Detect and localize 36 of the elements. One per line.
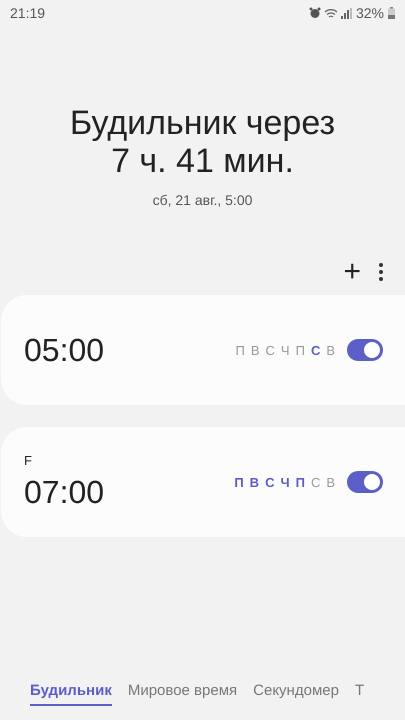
more-options-icon[interactable]	[379, 263, 383, 281]
weekday-letter: С	[266, 342, 275, 358]
add-alarm-button[interactable]: +	[343, 257, 361, 287]
alarm-toggle[interactable]	[347, 339, 383, 361]
weekday-letter: П	[296, 474, 305, 490]
weekday-letter: В	[250, 474, 260, 490]
tab[interactable]: Секундомер	[253, 682, 339, 706]
weekday-letter: В	[326, 342, 335, 358]
alarm-card[interactable]: F 07:00 П В С Ч П С В	[1, 427, 405, 537]
tab[interactable]: Будильник	[30, 682, 112, 706]
alarm-countdown-time: 7 ч. 41 мин.	[111, 142, 294, 180]
status-time: 21:19	[10, 5, 46, 21]
weekday-letter: С	[310, 474, 320, 490]
weekday-letter: П	[234, 474, 244, 490]
alarm-toggle[interactable]	[347, 471, 383, 493]
battery-icon	[388, 7, 395, 19]
weekday-letter: П	[236, 342, 245, 358]
alarm-time: 07:00	[24, 474, 106, 511]
weekday-letter: С	[265, 474, 274, 490]
weekday-letter: П	[296, 342, 305, 358]
tab[interactable]: Мировое время	[128, 682, 238, 706]
weekday-letter: С	[310, 342, 320, 358]
weekday-letter: Ч	[280, 474, 290, 490]
weekday-letter: Ч	[280, 342, 290, 358]
alarm-countdown-title: Будильник через	[70, 104, 336, 142]
battery-percent: 32%	[356, 5, 384, 21]
tab[interactable]: Т	[354, 682, 364, 706]
weekday-letter: В	[326, 474, 335, 490]
alarm-card[interactable]: 05:00 П В С Ч П С В	[1, 295, 405, 405]
alarm-label: F	[24, 453, 33, 468]
weekday-letter: В	[250, 342, 260, 358]
wifi-icon	[324, 8, 338, 18]
alarm-icon	[308, 7, 321, 19]
next-alarm-date: сб, 21 авг., 5:00	[152, 192, 252, 208]
signal-icon	[340, 8, 352, 18]
alarm-time: 05:00	[24, 332, 106, 368]
